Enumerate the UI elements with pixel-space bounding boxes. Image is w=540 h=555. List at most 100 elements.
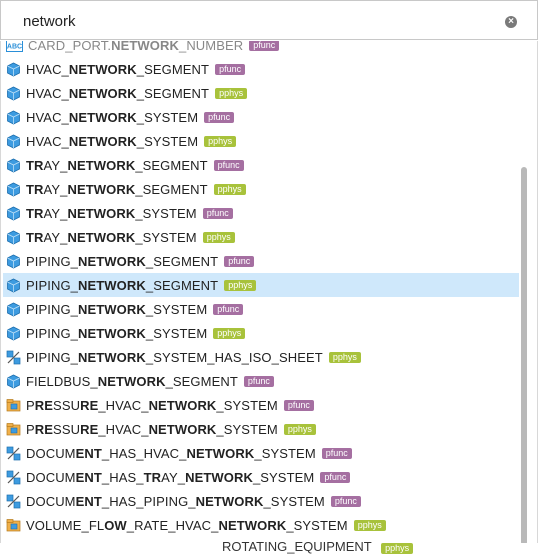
list-item[interactable]: DOCUMENT_HAS_TRAY_NETWORK_SYSTEM pfunc: [1, 465, 521, 489]
search-box[interactable]: ×: [0, 0, 538, 40]
match-highlight: TR: [26, 157, 44, 173]
list-item-label: HVAC_NETWORK_SYSTEM: [26, 110, 198, 125]
label-segment: _HVAC_: [98, 397, 149, 413]
pfunc-badge: pfunc: [213, 159, 244, 171]
label-segment: SSU: [53, 397, 81, 413]
match-highlight: NETWORK: [68, 85, 137, 101]
list-item[interactable]: TRAY_NETWORK_SYSTEM pfunc: [1, 201, 521, 225]
list-item[interactable]: TRAY_NETWORK_SEGMENT pphys: [1, 177, 521, 201]
label-segment: _HVAC_: [98, 421, 149, 437]
list-item[interactable]: PIPING_NETWORK_SYSTEM pfunc: [1, 297, 521, 321]
results-list[interactable]: ABC CARD_PORT.NETWORK_NUMBER pfunc HVAC_NET…: [0, 41, 538, 543]
relation-icon: [6, 470, 21, 485]
label-segment: VOLUME_FL: [26, 517, 105, 533]
list-item[interactable]: DOCUMENT_HAS_PIPING_NETWORK_SYSTEM pfunc: [1, 489, 521, 513]
list-item[interactable]: PRESSURE_HVAC_NETWORK_SYSTEM pphys: [1, 417, 521, 441]
label-segment: P: [26, 421, 35, 437]
label-segment: AY_: [43, 157, 68, 173]
results-list-inner: ABC CARD_PORT.NETWORK_NUMBER pfunc HVAC_NET…: [1, 41, 521, 537]
scrollbar-thumb[interactable]: [521, 167, 527, 543]
pfunc-badge: pfunc: [320, 471, 351, 483]
clear-search-icon[interactable]: ×: [505, 16, 517, 28]
folder-cube-icon: [6, 422, 21, 437]
label-segment: DOCUM: [26, 493, 76, 509]
match-highlight: NETWORK: [78, 277, 146, 293]
list-item-label: DOCUMENT_HAS_TRAY_NETWORK_SYSTEM: [26, 470, 314, 485]
list-item-label: PRESSURE_HVAC_NETWORK_SYSTEM: [26, 398, 278, 413]
list-item-label: DOCUMENT_HAS_PIPING_NETWORK_SYSTEM: [26, 494, 325, 509]
label-segment: _SEGMENT: [136, 61, 210, 77]
list-item-label: HVAC_NETWORK_SEGMENT: [26, 62, 209, 77]
list-item[interactable]: PIPING_NETWORK_SEGMENT pfunc: [1, 249, 521, 273]
list-item[interactable]: HVAC_NETWORK_SYSTEM pfunc: [1, 105, 521, 129]
list-item[interactable]: ABC CARD_PORT.NETWORK_NUMBER pfunc: [1, 41, 521, 57]
list-item[interactable]: HVAC_NETWORK_SYSTEM pphys: [1, 129, 521, 153]
label-segment: P: [26, 397, 35, 413]
label-segment: _SEGMENT: [135, 181, 208, 197]
label-segment: _SYSTEM: [136, 109, 199, 125]
match-highlight: NETWORK: [67, 229, 136, 245]
list-item[interactable]: PIPING_NETWORK_SYSTEM_HAS_ISO_SHEET pphys: [1, 345, 521, 369]
list-item-label: PIPING_NETWORK_SYSTEM: [26, 326, 207, 341]
pfunc-badge: pfunc: [202, 207, 233, 219]
list-item-label: PIPING_NETWORK_SYSTEM_HAS_ISO_SHEET: [26, 350, 323, 365]
list-item-label: VOLUME_FLOW_RATE_HVAC_NETWORK_SYSTEM: [26, 518, 348, 533]
match-highlight: RE: [80, 421, 99, 437]
label-segment: PIPING_: [26, 253, 78, 269]
relation-icon: [6, 494, 21, 509]
label-segment: _SYSTEM: [145, 325, 208, 341]
list-item[interactable]: HVAC_NETWORK_SEGMENT pphys: [1, 81, 521, 105]
label-segment: _SYSTEM: [216, 397, 278, 413]
match-highlight: TR: [26, 229, 44, 245]
pphys-badge: pphys: [215, 87, 248, 99]
match-highlight: NETWORK: [68, 109, 137, 125]
label-segment: HVAC_: [26, 133, 69, 149]
match-highlight: OW: [104, 517, 127, 533]
list-item[interactable]: TRAY_NETWORK_SYSTEM pphys: [1, 225, 521, 249]
label-segment: _SYSTEM: [263, 493, 325, 509]
list-item[interactable]: TRAY_NETWORK_SEGMENT pfunc: [1, 153, 521, 177]
list-item[interactable]: PIPING_NETWORK_SEGMENT pphys: [3, 273, 519, 297]
list-item-label: TRAY_NETWORK_SEGMENT: [26, 158, 208, 173]
match-highlight: ENT: [75, 493, 102, 509]
pfunc-badge: pfunc: [204, 111, 235, 123]
folder-cube-icon: [6, 398, 21, 413]
label-segment: AY_: [43, 205, 68, 221]
search-input[interactable]: [23, 10, 493, 32]
list-item[interactable]: PIPING_NETWORK_SYSTEM pphys: [1, 321, 521, 345]
cube-icon: [6, 278, 21, 293]
pfunc-badge: pfunc: [321, 447, 352, 459]
list-item[interactable]: HVAC_NETWORK_SEGMENT pfunc: [1, 57, 521, 81]
list-item-label: PIPING_NETWORK_SEGMENT: [26, 254, 218, 269]
cube-icon: [6, 158, 21, 173]
label-segment: _SYSTEM_HAS_ISO_SHEET: [145, 349, 323, 365]
match-highlight: RE: [34, 397, 54, 413]
cube-icon: [6, 134, 21, 149]
list-item[interactable]: PRESSURE_HVAC_NETWORK_SYSTEM pfunc: [1, 393, 521, 417]
match-highlight: NETWORK: [67, 157, 136, 173]
label-segment: _SEGMENT: [135, 157, 208, 173]
relation-icon: [6, 350, 21, 365]
list-item-label: PIPING_NETWORK_SEGMENT: [26, 278, 218, 293]
cube-icon: [6, 230, 21, 245]
pphys-badge: pphys: [213, 183, 246, 195]
list-item[interactable]: DOCUMENT_HAS_HVAC_NETWORK_SYSTEM pfunc: [1, 441, 521, 465]
match-highlight: RE: [80, 397, 99, 413]
bottom-peek-label: ROTATING_EQUIPMENT: [222, 539, 372, 554]
match-highlight: NETWORK: [68, 133, 137, 149]
list-item[interactable]: VOLUME_FLOW_RATE_HVAC_NETWORK_SYSTEM pphy…: [1, 513, 521, 537]
cube-icon: [6, 62, 21, 77]
label-segment: _SEGMENT: [165, 373, 238, 389]
label-segment: HVAC_: [26, 109, 69, 125]
match-highlight: NETWORK: [67, 181, 136, 197]
pfunc-badge: pfunc: [330, 495, 361, 507]
pphys-badge: pphys: [328, 351, 361, 363]
pphys-badge: pphys: [353, 519, 386, 531]
label-segment: PIPING_: [26, 301, 78, 317]
text-attribute-icon: ABC: [6, 41, 23, 53]
list-item[interactable]: FIELDBUS_NETWORK_SEGMENT pfunc: [1, 369, 521, 393]
label-segment: FIELDBUS_: [26, 373, 98, 389]
list-item-label: PRESSURE_HVAC_NETWORK_SYSTEM: [26, 422, 278, 437]
list-item-label: CARD_PORT.NETWORK_NUMBER: [28, 41, 243, 53]
list-item-label: PIPING_NETWORK_SYSTEM: [26, 302, 207, 317]
